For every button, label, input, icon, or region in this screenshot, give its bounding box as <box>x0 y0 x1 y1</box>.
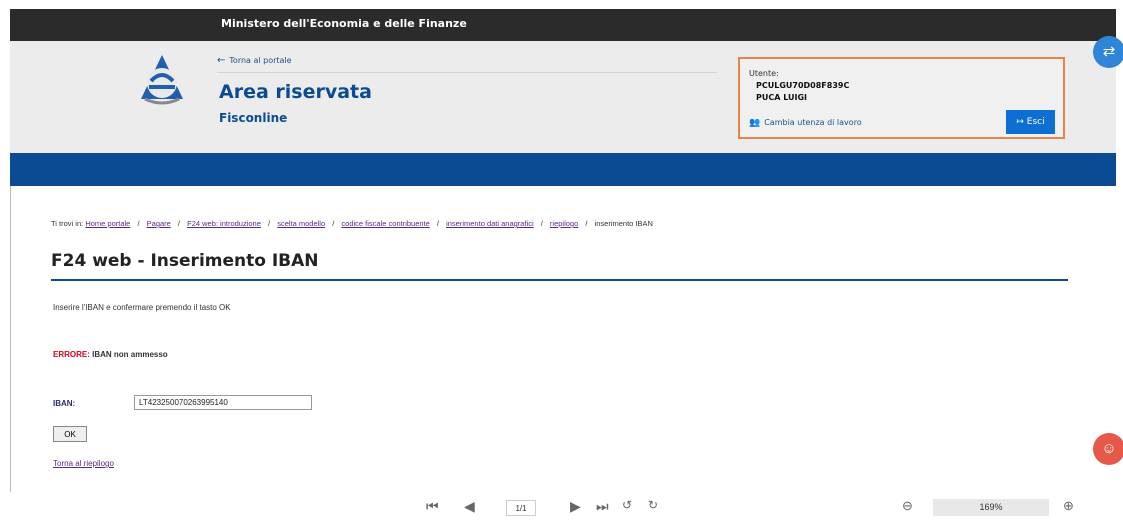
zoom-out-icon[interactable]: ⊖ <box>902 498 913 514</box>
logout-icon: ↦ <box>1016 117 1024 127</box>
user-panel: Utente: PCULGU70D08F839C PUCA LUIGI 👥 Cam… <box>738 57 1065 139</box>
ministry-bar: Ministero dell'Economia e delle Finanze <box>10 9 1116 41</box>
user-name: PUCA LUIGI <box>756 93 808 102</box>
iban-input[interactable] <box>134 395 312 410</box>
iban-label: IBAN: <box>53 399 76 408</box>
back-to-portal-label: Torna al portale <box>229 56 292 65</box>
breadcrumb-current: inserimento IBAN <box>594 219 653 228</box>
translate-icon[interactable]: ⇄ <box>1093 36 1123 68</box>
ok-button[interactable]: OK <box>53 426 87 442</box>
breadcrumb-dati-anagrafici[interactable]: inserimento dati anagrafici <box>446 219 534 228</box>
area-subtitle: Fisconline <box>219 111 288 125</box>
area-title: Area riservata <box>219 81 372 103</box>
error-text: IBAN non ammesso <box>92 350 168 359</box>
nav-band <box>10 153 1116 186</box>
rotate-cw-icon[interactable]: ↻ <box>648 498 658 512</box>
page-title: F24 web - Inserimento IBAN <box>51 251 319 271</box>
zoom-level[interactable]: 169% <box>933 499 1049 516</box>
breadcrumb: Ti trovi in: Home portale / Pagare / F24… <box>51 219 653 228</box>
previous-page-icon[interactable]: ◀ <box>464 498 475 515</box>
breadcrumb-home-portale[interactable]: Home portale <box>85 219 130 228</box>
breadcrumb-prefix: Ti trovi in: <box>51 219 84 228</box>
back-to-portal-link[interactable]: ← Torna al portale <box>217 55 292 66</box>
breadcrumb-scelta-modello[interactable]: scelta modello <box>277 219 325 228</box>
back-to-summary-link[interactable]: Torna al riepilogo <box>53 459 114 468</box>
assistant-icon[interactable]: ☺ <box>1093 433 1123 465</box>
next-page-icon[interactable]: ▶ <box>570 498 581 515</box>
change-user-label: Cambia utenza di lavoro <box>764 118 862 127</box>
error-prefix: ERRORE: <box>53 350 90 359</box>
breadcrumb-f24-intro[interactable]: F24 web: introduzione <box>187 219 261 228</box>
agenzia-entrate-logo <box>141 55 183 105</box>
zoom-in-icon[interactable]: ⊕ <box>1063 498 1074 514</box>
header-divider <box>217 72 717 73</box>
breadcrumb-riepilogo[interactable]: riepilogo <box>550 219 578 228</box>
error-message: ERRORE: IBAN non ammesso <box>53 350 168 359</box>
logout-label: Esci <box>1026 117 1045 127</box>
instruction-text: Inserire l'IBAN e confermare premendo il… <box>53 303 231 312</box>
breadcrumb-codice-fiscale[interactable]: codice fiscale contribuente <box>341 219 429 228</box>
user-codice-fiscale: PCULGU70D08F839C <box>756 81 850 90</box>
ministry-title: Ministero dell'Economia e delle Finanze <box>221 17 467 30</box>
title-underline <box>51 279 1068 281</box>
site-header: ← Torna al portale Area riservata Fisconl… <box>10 41 1116 153</box>
last-page-icon[interactable]: ⏭ <box>596 498 609 515</box>
user-label: Utente: <box>749 69 779 78</box>
breadcrumb-pagare[interactable]: Pagare <box>147 219 171 228</box>
rotate-ccw-icon[interactable]: ↺ <box>622 498 632 512</box>
logout-button[interactable]: ↦ Esci <box>1006 110 1055 134</box>
page-indicator[interactable]: 1/1 <box>506 500 536 516</box>
users-icon: 👥 <box>749 118 761 128</box>
change-user-link[interactable]: 👥 Cambia utenza di lavoro <box>749 118 862 128</box>
arrow-left-icon: ← <box>217 55 226 66</box>
first-page-icon[interactable]: ⏮ <box>426 498 439 515</box>
content-left-border <box>10 186 11 492</box>
